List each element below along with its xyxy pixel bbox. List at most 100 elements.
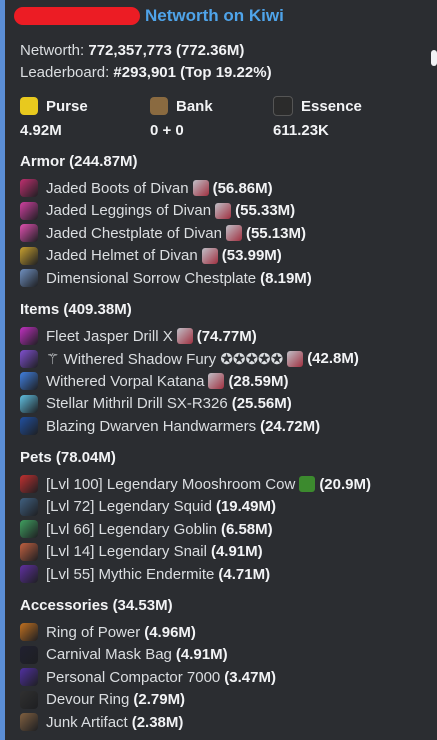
- gemstone-chamber-icon: [225, 225, 242, 242]
- item-name: [Lvl 14] Legendary Snail: [46, 543, 207, 561]
- item-name: Jaded Helmet of Divan: [46, 247, 198, 265]
- item-name: Blazing Dwarven Handwarmers: [46, 417, 257, 435]
- gold-ingot-icon: [20, 97, 38, 115]
- wither-essence-icon: [273, 96, 293, 116]
- networth-line: Networth: 772,357,773 (772.36M): [20, 42, 244, 59]
- list-item: [Lvl 100] Legendary Mooshroom Cow (20.9M): [20, 474, 371, 494]
- item-value: (4.91M): [175, 646, 228, 664]
- leaderboard-value: #293,901: [113, 64, 176, 81]
- list-item: Personal Compactor 7000 (3.47M): [20, 667, 276, 687]
- item-value: (74.77M): [196, 327, 257, 345]
- embed-title[interactable]: Networth on Kiwi: [145, 6, 284, 26]
- redacted-username: [14, 7, 140, 25]
- stat-label: Purse: [46, 97, 88, 115]
- list-item: Ring of Power (4.96M): [20, 622, 196, 642]
- networth-label: Networth:: [20, 42, 85, 59]
- item-value: (4.96M): [144, 623, 196, 641]
- gemstone-chamber-icon: [176, 328, 193, 344]
- leaderboard-line: Leaderboard: #293,901 (Top 19.22%): [20, 64, 272, 81]
- embed-accent-bar: [0, 0, 5, 740]
- item-value: (24.72M): [260, 417, 321, 435]
- item-value: (4.71M): [218, 565, 271, 583]
- item-icon: [20, 520, 38, 539]
- scroll-edge-icon: [431, 50, 437, 66]
- item-icon: [20, 713, 38, 732]
- item-icon: [20, 542, 38, 561]
- stat-label: Bank: [176, 97, 213, 115]
- networth-short: (772.36M): [175, 42, 245, 59]
- item-value: (8.19M): [260, 269, 312, 287]
- item-name: Junk Artifact: [46, 713, 128, 731]
- list-item: [Lvl 14] Legendary Snail (4.91M): [20, 542, 263, 562]
- item-name: [Lvl 72] Legendary Squid: [46, 498, 212, 516]
- section-title: Pets (78.04M): [20, 449, 116, 466]
- chest-icon: [150, 97, 168, 115]
- item-name: Stellar Mithril Drill SX-R326: [46, 395, 228, 413]
- item-name: Dimensional Sorrow Chestplate: [46, 269, 257, 287]
- item-value: (2.79M): [133, 691, 186, 709]
- embed-header: Networth on Kiwi: [14, 5, 284, 27]
- item-value: (55.13M): [245, 224, 306, 242]
- item-icon: [20, 269, 38, 288]
- list-item: Devour Ring (2.79M): [20, 690, 185, 710]
- stat-value: 611.23K: [273, 122, 329, 139]
- item-value: (19.49M): [215, 498, 276, 516]
- item-icon: [20, 668, 38, 687]
- list-item: Junk Artifact (2.38M): [20, 712, 183, 732]
- stat-value: 4.92M: [20, 122, 62, 139]
- networth-value: 772,357,773: [88, 42, 172, 59]
- item-icon: [20, 394, 38, 413]
- leaderboard-pct: (Top 19.22%): [180, 64, 272, 81]
- stat-value: 0 + 0: [150, 122, 184, 139]
- list-item: Stellar Mithril Drill SX-R326 (25.56M): [20, 394, 292, 414]
- section-title: Accessories (34.53M): [20, 597, 173, 614]
- item-name: Jaded Chestplate of Divan: [46, 224, 222, 242]
- section-title: Items (409.38M): [20, 301, 132, 318]
- item-icon: [20, 246, 38, 265]
- item-name: ⚚ Withered Shadow Fury ✪✪✪✪✪: [46, 350, 284, 368]
- item-value: (25.56M): [231, 395, 292, 413]
- item-value: (55.33M): [235, 202, 296, 220]
- item-name: [Lvl 66] Legendary Goblin: [46, 520, 217, 538]
- item-name: Ring of Power: [46, 623, 141, 641]
- item-value: (56.86M): [212, 179, 273, 197]
- list-item: [Lvl 55] Mythic Endermite (4.71M): [20, 564, 270, 584]
- item-name: Carnival Mask Bag: [46, 646, 172, 664]
- item-name: Jaded Boots of Divan: [46, 179, 189, 197]
- gemstone-chamber-icon: [201, 247, 218, 264]
- item-value: (6.58M): [220, 520, 273, 538]
- gemstone-chamber-icon: [287, 350, 304, 367]
- item-value: (28.59M): [228, 372, 289, 390]
- item-icon: [20, 475, 38, 493]
- gemstone-chamber-icon: [215, 202, 232, 219]
- list-item: Jaded Helmet of Divan (53.99M): [20, 246, 282, 266]
- gemstone-chamber-icon: [208, 373, 225, 390]
- item-name: [Lvl 100] Legendary Mooshroom Cow: [46, 475, 296, 493]
- list-item: Jaded Chestplate of Divan (55.13M): [20, 223, 306, 243]
- item-icon: [20, 417, 38, 436]
- item-value: (2.38M): [131, 713, 184, 731]
- item-value: (53.99M): [221, 247, 282, 265]
- item-name: Jaded Leggings of Divan: [46, 202, 212, 220]
- item-value: (42.8M): [307, 350, 359, 368]
- stat-purse: Purse 4.92M: [20, 96, 160, 139]
- item-value: (20.9M): [319, 475, 371, 493]
- leaderboard-label: Leaderboard:: [20, 64, 110, 81]
- gemstone-chamber-icon: [192, 180, 209, 196]
- item-icon: [20, 372, 38, 391]
- leaf-icon: [299, 476, 316, 492]
- item-value: (3.47M): [224, 668, 276, 686]
- item-name: Personal Compactor 7000: [46, 668, 221, 686]
- item-icon: [20, 497, 38, 516]
- list-item: [Lvl 66] Legendary Goblin (6.58M): [20, 519, 273, 539]
- item-icon: [20, 349, 38, 368]
- item-icon: [20, 623, 38, 641]
- list-item: Withered Vorpal Katana (28.59M): [20, 371, 288, 391]
- item-icon: [20, 327, 38, 345]
- stat-label: Essence: [301, 97, 362, 115]
- list-item: Fleet Jasper Drill X (74.77M): [20, 326, 257, 346]
- item-name: Devour Ring: [46, 691, 130, 709]
- item-name: Withered Vorpal Katana: [46, 372, 205, 390]
- item-value: (4.91M): [210, 543, 263, 561]
- list-item: Carnival Mask Bag (4.91M): [20, 645, 228, 665]
